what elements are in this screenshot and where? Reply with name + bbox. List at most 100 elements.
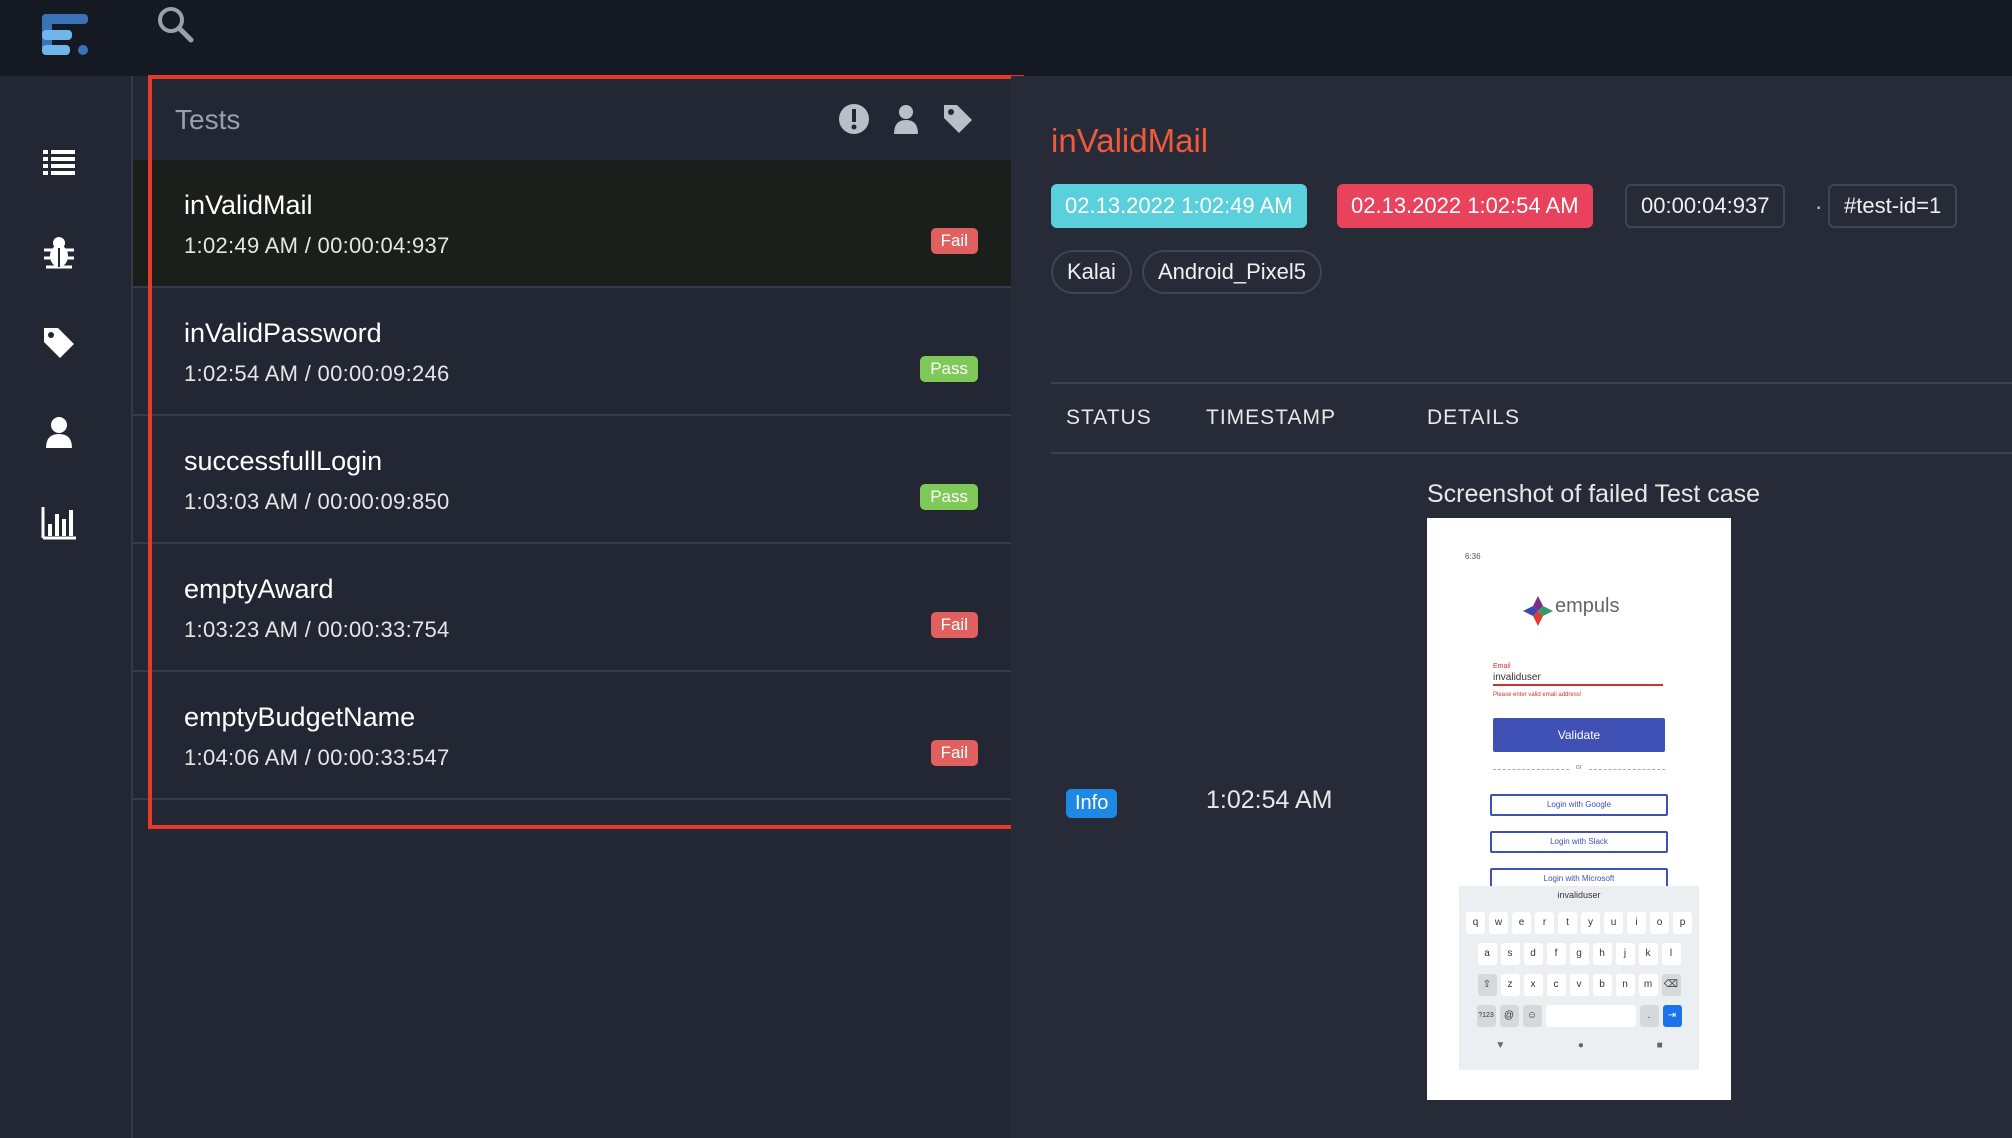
symbols-key: ?123 [1476,1005,1496,1027]
shift-key: ⇧ [1477,974,1497,996]
key: n [1615,974,1635,996]
test-item[interactable]: inValidPassword 1:02:54 AM / 00:00:09:24… [133,288,1011,416]
test-item[interactable]: emptyAward 1:03:23 AM / 00:00:33:754 Fai… [133,544,1011,672]
info-badge: Info [1066,789,1118,818]
key: f [1546,943,1566,965]
column-details: DETAILS [1427,406,1520,429]
tag-filter-icon[interactable] [941,102,975,136]
phone-keyboard: invaliduser q w e r t y u i o p a s d f … [1459,886,1699,1070]
column-timestamp: TIMESTAMP [1206,406,1336,429]
failure-screenshot[interactable]: 6:36 empuls Email invaliduser Please ent… [1427,518,1731,1100]
test-item[interactable]: successfullLogin 1:03:03 AM / 00:00:09:8… [133,416,1011,544]
at-key: @ [1499,1005,1519,1027]
top-bar [0,0,2012,76]
key: t [1558,912,1577,934]
key: g [1569,943,1589,965]
back-nav-icon: ▼ [1495,1040,1506,1051]
key: w [1489,912,1508,934]
key: s [1500,943,1520,965]
space-key [1545,1005,1636,1027]
phone-google-button: Login with Google [1490,794,1668,816]
test-name: inValidMail [184,190,313,220]
tests-title: Tests [175,104,241,135]
status-badge: Fail [930,612,978,638]
search-icon[interactable] [155,4,195,44]
phone-nav-bar: ▼ ● ■ [1459,1040,1699,1051]
device-tag[interactable]: Android_Pixel5 [1142,250,1322,294]
test-name: inValidPassword [184,318,382,348]
key: o [1650,912,1669,934]
status-badge: Pass [920,484,978,510]
test-time: 1:03:23 AM / 00:00:33:754 [184,617,450,642]
exclamation-icon[interactable] [837,102,871,136]
logo-icon[interactable] [38,14,96,56]
user-icon[interactable] [40,414,78,452]
key: d [1523,943,1543,965]
key: z [1500,974,1520,996]
phone-email-label: Email [1493,663,1511,670]
keyboard-row-4: ?123 @ ☺ . ⇥ [1463,1005,1695,1027]
column-status: STATUS [1066,406,1152,429]
key: y [1581,912,1600,934]
test-time: 1:03:03 AM / 00:00:09:850 [184,489,450,514]
key: h [1592,943,1612,965]
key: v [1569,974,1589,996]
test-item[interactable]: emptyBudgetName 1:04:06 AM / 00:00:33:54… [133,672,1011,800]
key: a [1477,943,1497,965]
key: b [1592,974,1612,996]
status-badge: Fail [930,228,978,254]
recents-nav-icon: ■ [1656,1040,1663,1051]
user-filter-icon[interactable] [889,102,923,136]
phone-email-error: Please enter valid email address! [1493,692,1582,698]
test-name: emptyBudgetName [184,702,416,732]
dot-key: . [1639,1005,1659,1027]
backspace-key: ⌫ [1661,974,1681,996]
enter-key: ⇥ [1662,1005,1682,1027]
log-table-header: STATUS TIMESTAMP DETAILS [1051,382,2012,454]
separator-dot: · [1815,194,1823,219]
key: c [1546,974,1566,996]
test-name: emptyAward [184,574,334,604]
screenshot-caption: Screenshot of failed Test case [1427,480,1761,508]
empuls-logo-icon [1523,596,1553,626]
test-title: inValidMail [1051,122,1209,159]
phone-screen: 6:36 empuls Email invaliduser Please ent… [1459,550,1699,1070]
key: x [1523,974,1543,996]
keyboard-row-2: a s d f g h j k l [1463,943,1695,965]
tag-icon[interactable] [40,324,78,362]
key: q [1466,912,1485,934]
emoji-key: ☺ [1522,1005,1542,1027]
key: l [1661,943,1681,965]
author-tag[interactable]: Kalai [1051,250,1132,294]
bug-icon[interactable] [40,234,78,272]
phone-status-time: 6:36 [1465,552,1481,561]
test-time: 1:02:54 AM / 00:00:09:246 [184,361,450,386]
key: j [1615,943,1635,965]
key: m [1638,974,1658,996]
phone-brand: empuls [1555,595,1620,617]
tests-header: Tests [133,76,1011,160]
phone-slack-button: Login with Slack [1490,831,1668,853]
test-id-badge: #test-id=1 [1828,184,1958,228]
test-name: successfullLogin [184,446,383,476]
phone-or-divider: or [1493,764,1665,771]
phone-validate-button: Validate [1493,718,1665,752]
status-badge: Pass [920,356,978,382]
list-icon[interactable] [40,144,78,182]
test-item[interactable]: inValidMail 1:02:49 AM / 00:00:04:937 Fa… [133,160,1011,288]
chart-icon[interactable] [40,504,78,542]
key: r [1535,912,1554,934]
keyboard-row-1: q w e r t y u i o p [1463,912,1695,934]
test-time: 1:02:49 AM / 00:00:04:937 [184,233,450,258]
start-time-badge: 02.13.2022 1:02:49 AM [1051,184,1307,228]
test-time: 1:04:06 AM / 00:00:33:547 [184,745,450,770]
phone-email-field: invaliduser [1493,672,1663,686]
key: p [1673,912,1692,934]
status-badge: Fail [930,740,978,766]
tests-panel: Tests inValidMail 1:02:49 AM / 00:00:04:… [133,76,1011,1138]
phone-suggestion: invaliduser [1557,890,1601,900]
key: i [1627,912,1646,934]
key: u [1604,912,1623,934]
test-detail-panel: inValidMail 02.13.2022 1:02:49 AM 02.13.… [1011,76,2012,1138]
duration-badge: 00:00:04:937 [1625,184,1786,228]
